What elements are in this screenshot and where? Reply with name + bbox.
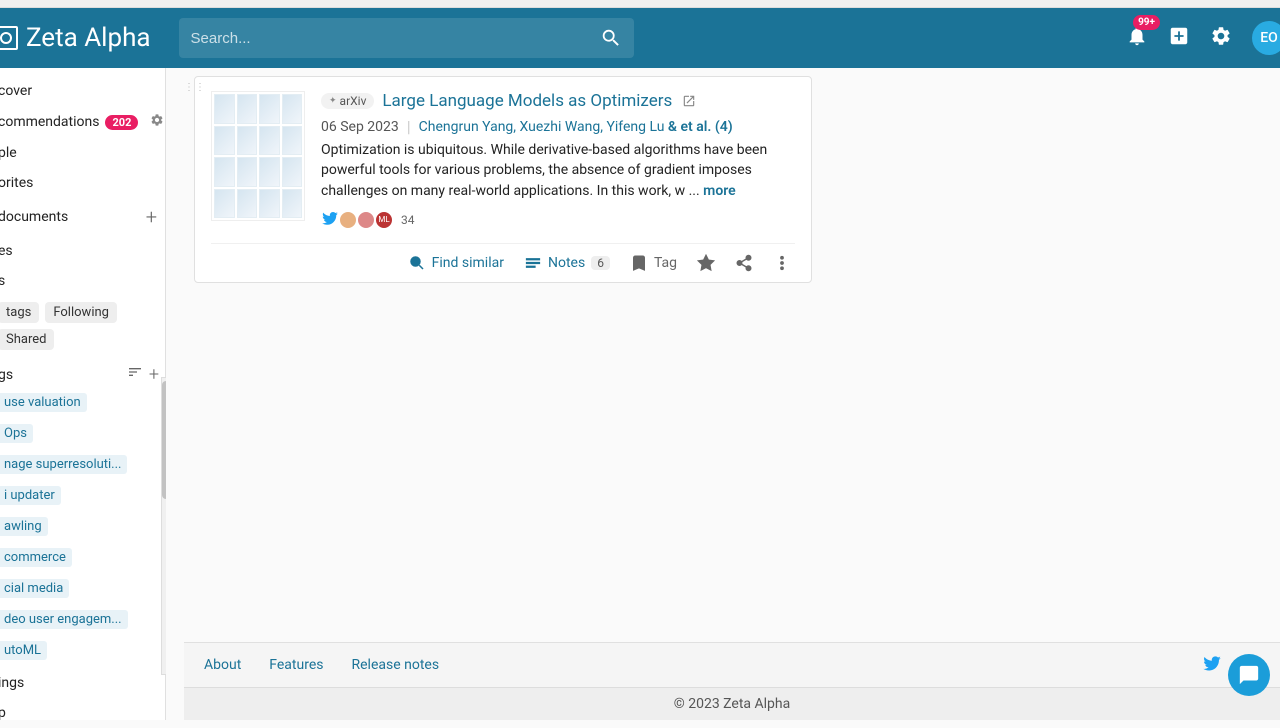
chat-icon <box>1238 664 1260 686</box>
paper-date: 06 Sep 2023 <box>321 119 399 135</box>
source-chip[interactable]: arXiv <box>321 93 374 109</box>
footer-about[interactable]: About <box>204 657 241 673</box>
tag-item[interactable]: commerce <box>0 548 72 567</box>
tag-item[interactable]: i updater <box>0 486 61 505</box>
gear-icon[interactable] <box>150 113 164 131</box>
tags-header: gs + <box>0 356 165 389</box>
search-bar[interactable] <box>179 18 634 58</box>
nav-people[interactable]: ple <box>0 138 165 168</box>
tag-item[interactable]: use valuation <box>0 393 87 412</box>
search-similar-icon <box>408 254 426 272</box>
footer-release-notes[interactable]: Release notes <box>351 657 439 673</box>
plus-icon[interactable]: + <box>146 205 157 229</box>
drag-handle-icon[interactable]: ⋮⋮ <box>184 82 206 93</box>
star-icon <box>697 254 715 272</box>
chat-fab[interactable] <box>1228 654 1270 696</box>
plus-icon[interactable]: + <box>149 364 159 385</box>
footer: About Features Release notes © 2023 Zeta… <box>184 642 1280 720</box>
paper-thumbnail[interactable] <box>211 91 305 221</box>
tab-following[interactable]: Following <box>45 302 117 323</box>
copyright: © 2023 Zeta Alpha <box>184 687 1280 720</box>
tag-item[interactable]: utoML <box>0 641 47 660</box>
paper-title[interactable]: Large Language Models as Optimizers <box>382 91 672 111</box>
etal: & et al. (4) <box>668 119 733 135</box>
tag-item[interactable]: cial media <box>0 579 69 598</box>
tag-list: use valuation Ops nage superresoluti... … <box>0 389 165 668</box>
notifications-button[interactable]: 99+ <box>1126 25 1148 51</box>
kebab-icon <box>773 254 791 272</box>
brand[interactable]: Zeta Alpha <box>0 23 151 53</box>
main-content: ⋮⋮ arXiv Large Language Models as Optimi… <box>166 68 1280 720</box>
avatar-icon <box>339 211 357 229</box>
result-card: arXiv Large Language Models as Optimizer… <box>194 76 812 283</box>
nav-settings[interactable]: ings <box>0 668 165 698</box>
plus-box-icon <box>1168 25 1190 47</box>
more-link[interactable]: more <box>703 183 736 199</box>
nav-discover[interactable]: cover <box>0 76 165 106</box>
find-similar-button[interactable]: Find similar <box>408 254 504 272</box>
search-icon[interactable] <box>600 27 622 49</box>
add-button[interactable] <box>1168 25 1190 51</box>
tag-item[interactable]: awling <box>0 517 48 536</box>
avatar-icon <box>357 211 375 229</box>
header-actions: 99+ EO <box>1126 21 1272 55</box>
nav-item[interactable]: es <box>0 236 165 266</box>
twitter-icon[interactable] <box>1202 653 1222 677</box>
gear-icon <box>1210 25 1232 47</box>
social-row: ML 34 <box>321 209 795 231</box>
sort-icon[interactable] <box>127 364 143 385</box>
paper-authors[interactable]: Chengrun Yang, Xuezhi Wang, Yifeng Lu & … <box>419 119 733 135</box>
paper-abstract: Optimization is ubiquitous. While deriva… <box>321 140 795 201</box>
star-button[interactable] <box>697 254 715 272</box>
notes-count: 6 <box>591 256 610 270</box>
share-button[interactable] <box>735 254 753 272</box>
notification-badge: 99+ <box>1133 15 1160 30</box>
sidebar-nav: cover commendations 202 ple orites docum… <box>0 68 165 296</box>
sidebar: cover commendations 202 ple orites docum… <box>0 68 166 720</box>
external-link-icon[interactable] <box>682 94 696 108</box>
footer-features[interactable]: Features <box>269 657 323 673</box>
twitter-icon[interactable] <box>321 209 339 231</box>
tag-item[interactable]: deo user engagem... <box>0 610 128 629</box>
social-count: 34 <box>401 213 415 227</box>
user-avatar[interactable]: EO <box>1252 21 1280 55</box>
app-header: Zeta Alpha 99+ EO <box>0 8 1280 68</box>
nav-favorites[interactable]: orites <box>0 168 165 198</box>
bookmark-icon <box>630 254 648 272</box>
share-icon <box>735 254 753 272</box>
card-actions: Find similar Notes 6 Tag <box>211 243 795 282</box>
nav-item[interactable]: s <box>0 266 165 296</box>
brand-name: Zeta Alpha <box>26 23 151 53</box>
brand-logo-icon <box>0 26 18 50</box>
tab-my-tags[interactable]: tags <box>0 302 39 323</box>
nav-recommendations[interactable]: commendations 202 <box>0 106 165 138</box>
nav-help[interactable]: p <box>0 698 165 728</box>
browser-chrome <box>0 0 1280 8</box>
avatar-icon: ML <box>375 211 393 229</box>
tag-item[interactable]: nage superresoluti... <box>0 455 127 474</box>
tag-item[interactable]: Ops <box>0 424 33 443</box>
settings-button[interactable] <box>1210 25 1232 51</box>
tag-button[interactable]: Tag <box>630 254 677 272</box>
tab-shared[interactable]: Shared <box>0 329 54 350</box>
nav-documents[interactable]: documents + <box>0 198 165 236</box>
avatar-initials: EO <box>1260 30 1278 46</box>
notes-button[interactable]: Notes 6 <box>524 254 610 272</box>
search-input[interactable] <box>191 30 600 47</box>
notes-icon <box>524 254 542 272</box>
sidebar-tabs: tags Following Shared <box>0 296 165 356</box>
recommendations-badge: 202 <box>105 115 138 130</box>
more-actions-button[interactable] <box>773 254 791 272</box>
